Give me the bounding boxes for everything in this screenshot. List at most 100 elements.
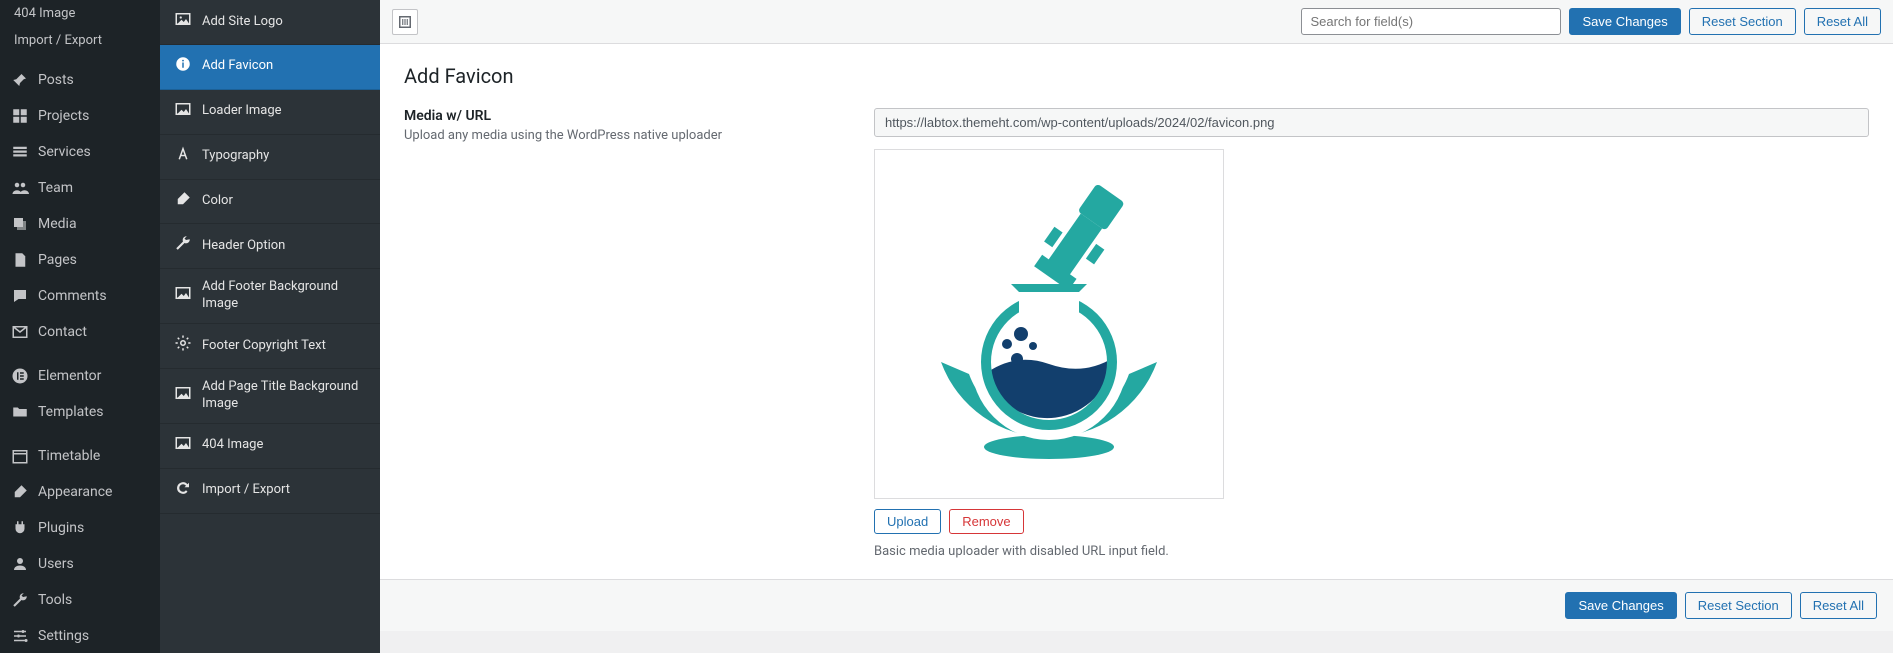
panel-title: Add Favicon (404, 64, 1869, 88)
wp-sidebar-item-media[interactable]: Media (0, 206, 160, 242)
opt-item-label: Header Option (202, 238, 285, 255)
wp-sidebar-item-contact[interactable]: Contact (0, 314, 160, 350)
reset-all-button[interactable]: Reset All (1804, 8, 1881, 35)
plug-icon (10, 518, 30, 538)
mail-icon (10, 322, 30, 342)
expand-options-button[interactable] (392, 9, 418, 35)
field-description: Upload any media using the WordPress nat… (404, 128, 824, 143)
save-changes-button-bottom[interactable]: Save Changes (1565, 592, 1676, 619)
expand-icon (396, 13, 414, 31)
wp-sidebar-item-projects[interactable]: Projects (0, 98, 160, 134)
wp-sidebar-item-users[interactable]: Users (0, 546, 160, 582)
opt-item-footer-bg[interactable]: Add Footer Background Image (160, 269, 380, 324)
media-url-input[interactable] (874, 108, 1869, 137)
reset-section-button-bottom[interactable]: Reset Section (1685, 592, 1792, 619)
wp-sidebar-label: Contact (38, 324, 87, 340)
wp-sidebar-label: Media (38, 216, 77, 232)
wp-sidebar-label: Settings (38, 628, 89, 644)
wp-sidebar-item-timetable[interactable]: Timetable (0, 438, 160, 474)
brush-icon (174, 190, 192, 214)
opt-item-404-image[interactable]: 404 Image (160, 424, 380, 469)
opt-item-footer-copyright[interactable]: Footer Copyright Text (160, 324, 380, 369)
search-input[interactable] (1301, 8, 1561, 35)
wp-sidebar-label: Tools (38, 592, 72, 608)
main-content: Save Changes Reset Section Reset All Add… (380, 0, 1893, 653)
media-url-field: Media w/ URL Upload any media using the … (404, 108, 1869, 559)
opt-item-label: Color (202, 193, 233, 210)
image-icon (174, 384, 192, 408)
elementor-icon (10, 366, 30, 386)
opt-item-label: Typography (202, 148, 269, 165)
sliders-icon (10, 626, 30, 646)
field-hint: Basic media uploader with disabled URL i… (874, 544, 1869, 559)
favicon-preview-icon (899, 174, 1199, 474)
save-changes-button[interactable]: Save Changes (1569, 8, 1680, 35)
wp-sidebar-item-team[interactable]: Team (0, 170, 160, 206)
wp-sidebar-label: Elementor (38, 368, 101, 384)
opt-item-label: Add Favicon (202, 58, 273, 75)
wp-sidebar-label: Templates (38, 404, 104, 420)
opt-item-loader-image[interactable]: Loader Image (160, 90, 380, 135)
wp-sidebar-item-templates[interactable]: Templates (0, 394, 160, 430)
opt-item-label: Import / Export (202, 482, 290, 499)
wrench-icon (10, 590, 30, 610)
people-icon (10, 178, 30, 198)
wp-sidebar-label: Comments (38, 288, 107, 304)
wp-sidebar-label: Users (38, 556, 74, 572)
opt-item-header-option[interactable]: Header Option (160, 224, 380, 269)
wp-sidebar-item-services[interactable]: Services (0, 134, 160, 170)
wp-sidebar-label: Pages (38, 252, 77, 268)
wp-sidebar-label: Projects (38, 108, 89, 124)
reset-section-button[interactable]: Reset Section (1689, 8, 1796, 35)
upload-button[interactable]: Upload (874, 509, 941, 534)
wp-sidebar-item-tools[interactable]: Tools (0, 582, 160, 618)
media-icon (10, 214, 30, 234)
field-label: Media w/ URL (404, 108, 824, 124)
wp-sidebar-sub-import-export[interactable]: Import / Export (0, 27, 160, 54)
wp-sidebar-label: Appearance (38, 484, 112, 500)
opt-item-import-export[interactable]: Import / Export (160, 469, 380, 514)
pages-icon (10, 250, 30, 270)
wp-sidebar-label: Team (38, 180, 73, 196)
reset-all-button-bottom[interactable]: Reset All (1800, 592, 1877, 619)
grid-icon (10, 106, 30, 126)
wp-sidebar-sub-404[interactable]: 404 Image (0, 0, 160, 27)
bottom-toolbar: Save Changes Reset Section Reset All (380, 579, 1893, 631)
wp-sidebar-item-appearance[interactable]: Appearance (0, 474, 160, 510)
top-toolbar: Save Changes Reset Section Reset All (380, 0, 1893, 44)
opt-item-label: Add Site Logo (202, 14, 283, 31)
opt-item-site-logo[interactable]: Add Site Logo (160, 0, 380, 45)
opt-item-typography[interactable]: Typography (160, 135, 380, 180)
bars-icon (10, 142, 30, 162)
opt-item-favicon[interactable]: Add Favicon (160, 45, 380, 90)
remove-button[interactable]: Remove (949, 509, 1023, 534)
folder-icon (10, 402, 30, 422)
favicon-panel: Add Favicon Media w/ URL Upload any medi… (380, 44, 1893, 579)
wp-sidebar-item-settings[interactable]: Settings (0, 618, 160, 653)
options-sidebar: Add Site Logo Add Favicon Loader Image T… (160, 0, 380, 653)
media-preview (874, 149, 1224, 499)
wp-sidebar-item-posts[interactable]: Posts (0, 62, 160, 98)
opt-item-color[interactable]: Color (160, 180, 380, 225)
wp-sidebar-item-plugins[interactable]: Plugins (0, 510, 160, 546)
opt-item-page-title-bg[interactable]: Add Page Title Background Image (160, 369, 380, 424)
user-icon (10, 554, 30, 574)
opt-item-label: Add Page Title Background Image (202, 379, 366, 413)
opt-item-label: 404 Image (202, 437, 263, 454)
info-icon (174, 55, 192, 79)
wp-sidebar-item-comments[interactable]: Comments (0, 278, 160, 314)
opt-item-label: Add Footer Background Image (202, 279, 366, 313)
comment-icon (10, 286, 30, 306)
wp-sidebar-item-elementor[interactable]: Elementor (0, 358, 160, 394)
wp-sidebar-label: Plugins (38, 520, 84, 536)
image-icon (174, 434, 192, 458)
pin-icon (10, 70, 30, 90)
wp-sidebar-item-pages[interactable]: Pages (0, 242, 160, 278)
image-icon (174, 10, 192, 34)
calendar-icon (10, 446, 30, 466)
refresh-icon (174, 479, 192, 503)
font-icon (174, 145, 192, 169)
wp-sidebar-label: Services (38, 144, 91, 160)
wrench-icon (174, 234, 192, 258)
wp-sidebar-label: Timetable (38, 448, 100, 464)
